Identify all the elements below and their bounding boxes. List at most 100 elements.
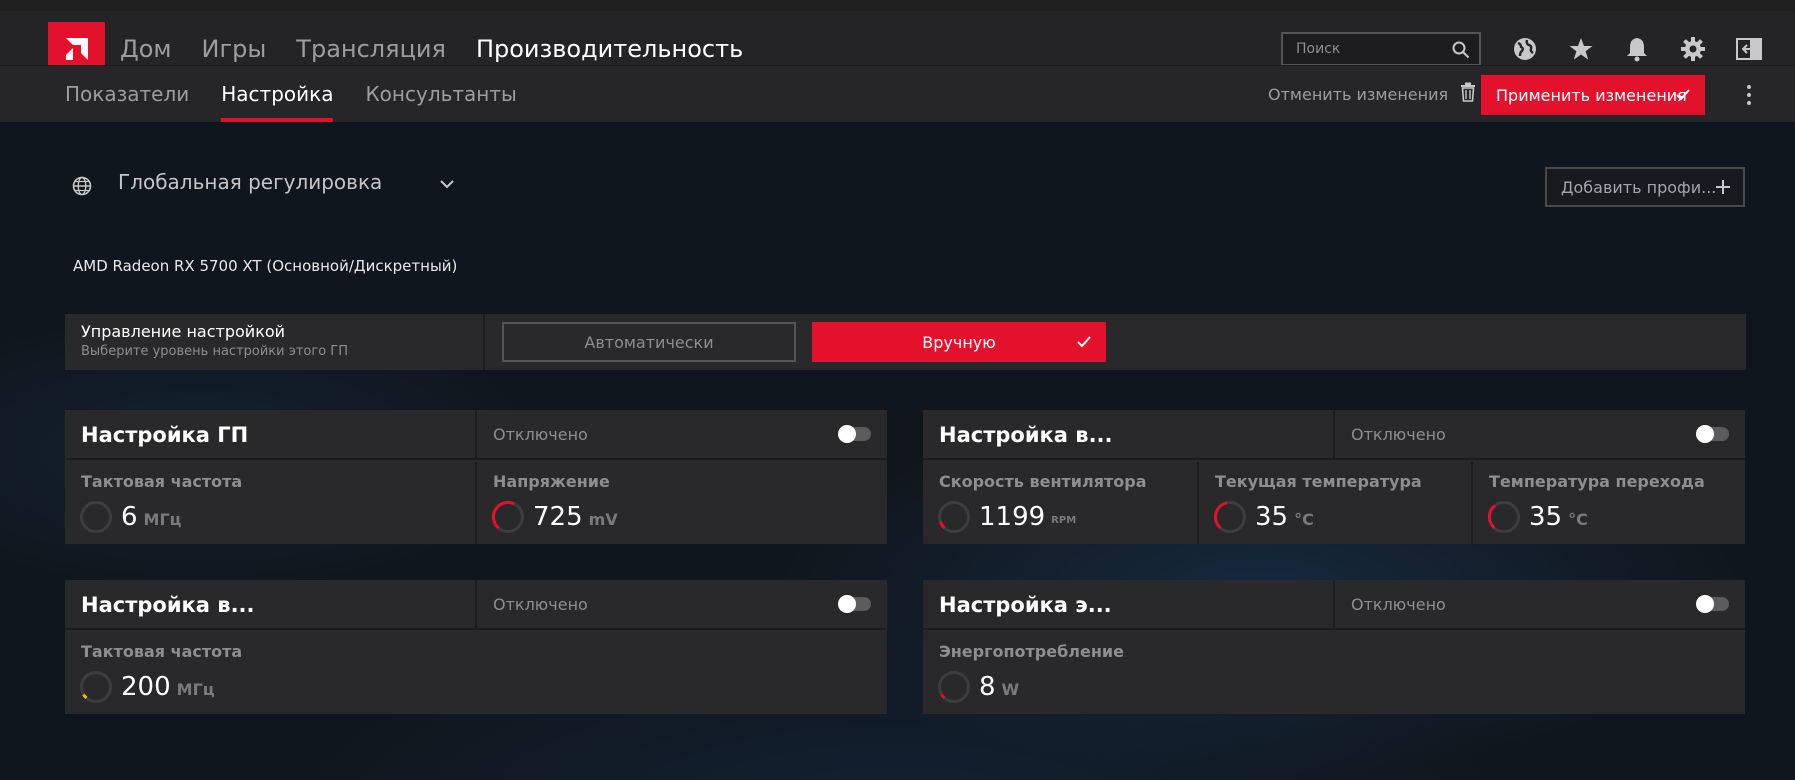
profile-selected-label: Глобальная регулировка: [118, 170, 383, 194]
metric-unit: МГц: [176, 680, 215, 699]
add-profile-label: Добавить профи...: [1561, 177, 1717, 197]
metric-label: Скорость вентилятора: [939, 472, 1147, 491]
gpu-name-label: AMD Radeon RX 5700 XT (Основной/Дискретн…: [73, 257, 458, 275]
panel-title: Настройка ГП: [81, 423, 249, 447]
metric-unit: mV: [588, 510, 618, 529]
sidebar-exit-icon[interactable]: [1735, 35, 1763, 63]
gpu-tuning-toggle[interactable]: [838, 425, 871, 443]
tuning-control-subtitle: Выберите уровень настройки этого ГП: [81, 344, 349, 359]
gauge-icon: [937, 670, 971, 708]
panel-state-label: Отключено: [1351, 595, 1446, 614]
metric-unit: °C: [1568, 510, 1588, 529]
bell-icon[interactable]: [1623, 35, 1651, 63]
metric-value: 35: [1529, 502, 1563, 532]
power-tuning-toggle[interactable]: [1696, 595, 1729, 613]
metric-label: Тактовая частота: [81, 642, 243, 661]
gauge-icon: [1213, 500, 1247, 538]
metric-power-consumption: Энергопотребление 8W: [923, 632, 1745, 714]
apply-changes-label: Применить изменения: [1496, 85, 1687, 105]
panel-state-cell: Отключено: [475, 580, 887, 630]
trash-icon: [1460, 82, 1476, 106]
gpu-tuning-panel: Настройка ГП Отключено Тактовая частота …: [65, 410, 887, 544]
metric-value-row: 1199 RPM: [979, 500, 1076, 534]
metric-unit: W: [1001, 680, 1020, 699]
panel-header: Настройка ГП Отключено: [65, 410, 887, 460]
metric-unit: °C: [1294, 510, 1314, 529]
gauge-icon: [79, 670, 113, 708]
tab-metrics[interactable]: Показатели: [65, 66, 189, 122]
metric-value: 35: [1255, 502, 1289, 532]
discard-changes-button[interactable]: Отменить изменения: [1268, 81, 1476, 107]
globe-icon: [72, 176, 92, 200]
profile-dropdown[interactable]: Глобальная регулировка: [118, 170, 454, 194]
sub-navigation-bar: Показатели Настройка Консультанты Отмени…: [0, 65, 1795, 122]
panel-header: Настройка в... Отключено: [923, 410, 1745, 460]
gear-icon[interactable]: [1679, 35, 1707, 63]
panel-title: Настройка в...: [939, 423, 1113, 447]
header-icon-group: [1511, 35, 1791, 63]
tuning-manual-button[interactable]: Вручную: [812, 322, 1106, 362]
metric-unit: МГц: [143, 510, 182, 529]
more-options-icon[interactable]: [1740, 82, 1758, 108]
vram-tuning-toggle[interactable]: [838, 595, 871, 613]
metric-unit: RPM: [1051, 515, 1077, 526]
fan-tuning-toggle[interactable]: [1696, 425, 1729, 443]
tab-advisors[interactable]: Консультанты: [365, 66, 516, 122]
chevron-down-icon: [440, 170, 454, 194]
metric-value: 6: [121, 502, 138, 532]
vram-tuning-panel: Настройка в... Отключено Тактовая частот…: [65, 580, 887, 714]
sub-nav: Показатели Настройка Консультанты: [65, 66, 549, 122]
metric-label: Текущая температура: [1215, 472, 1422, 491]
top-navigation-bar: Дом Игры Трансляция Производительность: [0, 0, 1795, 76]
metric-voltage: Напряжение 725 mV: [475, 462, 887, 544]
metric-current-temperature: Текущая температура 35 °C: [1197, 462, 1471, 544]
panel-state-cell: Отключено: [475, 410, 887, 460]
metric-gpu-clock: Тактовая частота 6 МГц: [65, 462, 475, 544]
globe-icon[interactable]: [1511, 35, 1539, 63]
panel-header: Настройка в... Отключено: [65, 580, 887, 630]
tuning-manual-label: Вручную: [922, 332, 996, 352]
apply-changes-button[interactable]: Применить изменения: [1481, 75, 1705, 115]
metric-fan-speed: Скорость вентилятора 1199 RPM: [923, 462, 1197, 544]
tuning-auto-button[interactable]: Автоматически: [502, 322, 796, 362]
gauge-icon: [79, 500, 113, 538]
add-profile-button[interactable]: Добавить профи...: [1545, 167, 1745, 207]
checkmark-icon: [1076, 334, 1092, 353]
tuning-control-row: Управление настройкой Выберите уровень н…: [65, 314, 1746, 370]
panel-state-label: Отключено: [1351, 425, 1446, 444]
search-box[interactable]: [1281, 32, 1481, 66]
tab-tuning[interactable]: Настройка: [221, 66, 334, 122]
discard-changes-label: Отменить изменения: [1268, 84, 1449, 104]
gauge-icon: [491, 500, 525, 538]
panel-state-label: Отключено: [493, 425, 588, 444]
checkmark-icon: [1675, 87, 1691, 106]
panel-header: Настройка э... Отключено: [923, 580, 1745, 630]
tuning-control-title: Управление настройкой: [81, 322, 286, 341]
star-icon[interactable]: [1567, 35, 1595, 63]
metric-value: 725: [533, 502, 583, 532]
metric-value: 1199: [979, 502, 1046, 532]
search-input[interactable]: [1296, 41, 1446, 57]
metric-value: 200: [121, 672, 171, 702]
metric-label: Напряжение: [493, 472, 610, 491]
metric-value-row: 35 °C: [1529, 500, 1588, 537]
metric-label: Энергопотребление: [939, 642, 1124, 661]
panel-state-label: Отключено: [493, 595, 588, 614]
metric-value-row: 200 МГц: [121, 670, 215, 707]
metric-junction-temperature: Температура перехода 35 °C: [1471, 462, 1745, 544]
panel-title: Настройка э...: [939, 593, 1112, 617]
metric-value-row: 8W: [979, 670, 1019, 707]
gauge-icon: [1487, 500, 1521, 538]
panel-title: Настройка в...: [81, 593, 255, 617]
gauge-icon: [937, 500, 971, 538]
panel-state-cell: Отключено: [1333, 410, 1745, 460]
metric-value-row: 6 МГц: [121, 500, 182, 537]
metric-value: 8: [979, 672, 996, 702]
metric-label: Тактовая частота: [81, 472, 243, 491]
search-icon[interactable]: [1452, 41, 1470, 63]
metric-label: Температура перехода: [1489, 472, 1705, 491]
panel-state-cell: Отключено: [1333, 580, 1745, 630]
metric-value-row: 725 mV: [533, 500, 618, 537]
metric-memory-clock: Тактовая частота 200 МГц: [65, 632, 887, 714]
tuning-control-label-cell: Управление настройкой Выберите уровень н…: [65, 314, 485, 370]
